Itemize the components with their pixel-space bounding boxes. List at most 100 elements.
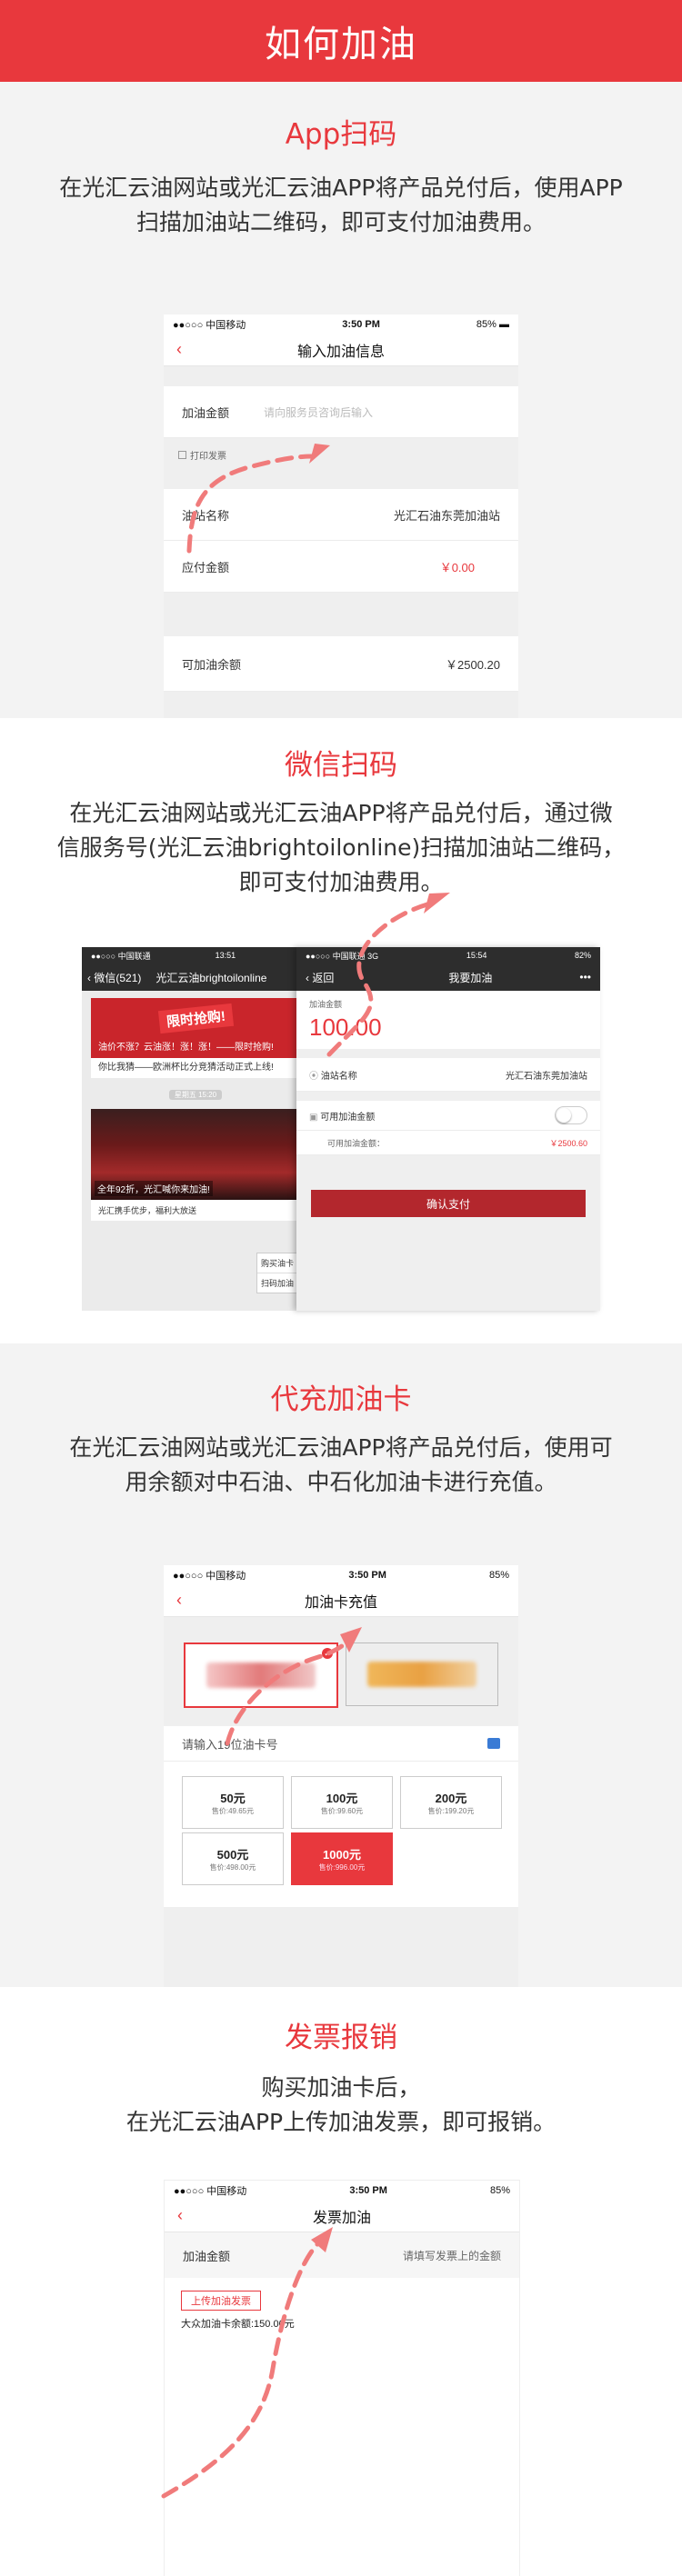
clock-text: 3:50 PM (342, 319, 380, 330)
promo-message: 你比我猜——欧洲杯比分竞猜活动正式上线! (98, 1063, 274, 1073)
desc-line: 在光汇云油网站或光汇云油APP将产品兑付后，使用可 (69, 1434, 613, 1461)
promo-card[interactable]: 限时抢购! 油价不涨？云油涨！涨！涨！——限时抢购! 你比我猜——欧洲杯比分竞猜… (91, 998, 300, 1078)
amount-label: 加油金额 (309, 1000, 343, 1009)
wechat-chat-screenshot: ●●○○○ 中国联通 13:51 ‹ 微信(521) 光汇云油brightoil… (82, 947, 309, 1311)
back-arrow-icon[interactable]: ‹ (176, 340, 182, 359)
amount-input[interactable]: 请向服务员咨询后输入 (264, 404, 500, 420)
status-bar: ●●○○○ 中国联通 3G 15:54 82% (296, 947, 600, 964)
balance-value: ￥2500.20 (446, 657, 500, 672)
section-desc: 在光汇云油网站或光汇云油APP将产品兑付后，通过微 信服务号(光汇云油brigh… (0, 796, 682, 900)
carrier-text: ●●○○○ 中国联通 (91, 951, 151, 961)
more-icon[interactable]: ••• (579, 971, 591, 983)
promo-banner: 限时抢购! (91, 998, 300, 1038)
station-row: 油站名称 光汇石油东莞加油站 (164, 489, 518, 541)
back-button[interactable]: ‹ 微信(521) (87, 970, 141, 985)
card-selector: ✓ (164, 1617, 518, 1726)
back-label: 返回 (312, 971, 335, 984)
amount-option-value: 1000元 (323, 1848, 361, 1862)
balance-toggle-label: ▣ 可用加油金额 (309, 1109, 375, 1123)
station-label: ⦿ 油站名称 (309, 1068, 357, 1082)
card-number-input[interactable]: 请输入19位油卡号 (182, 1735, 277, 1752)
chat-title: 光汇云油brightoilonline (155, 971, 267, 984)
recharge-phone-screenshot: ●●○○○ 中国移动 3:50 PM 85% ‹ 加油卡充值 ✓ 请输入19位油… (164, 1565, 518, 1987)
nav-title: 发票加油 (312, 2211, 371, 2226)
wallet-icon: ▣ (309, 1112, 318, 1123)
amount-option[interactable]: 1000元 售价:996.00元 (291, 1832, 393, 1885)
back-arrow-icon[interactable]: ‹ (177, 2206, 183, 2225)
battery-text: 85% (489, 2185, 510, 2196)
desc-line: 扫描加油站二维码，即可支付加油费用。 (135, 209, 546, 235)
traffic-photo: 全年92折，光汇喊你来加油! (91, 1109, 300, 1200)
balance-toggle-row: ▣ 可用加油金额 (296, 1101, 600, 1131)
print-invoice-label: 打印发票 (190, 451, 226, 462)
time-label: 星期五 15:20 (168, 1090, 223, 1100)
amount-option[interactable]: 200元 售价:199.20元 (400, 1776, 502, 1829)
confirm-pay-label: 确认支付 (426, 1197, 470, 1211)
promo-card[interactable]: 全年92折，光汇喊你来加油! 光汇携手优步，福利大放送 (91, 1109, 300, 1221)
wechat-pay-screenshot: ●●○○○ 中国联通 3G 15:54 82% ‹ 返回 我要加油 ••• 加油… (296, 947, 600, 1311)
contacts-icon[interactable] (487, 1738, 500, 1749)
clock-text: 13:51 (215, 951, 236, 960)
confirm-pay-button[interactable]: 确认支付 (311, 1190, 586, 1217)
desc-line: 在光汇云油APP上传加油发票，即可报销。 (125, 2109, 557, 2135)
amount-option-price: 售价:199.20元 (427, 1807, 475, 1815)
amount-option-value: 500元 (216, 1848, 249, 1862)
amount-option[interactable]: 50元 售价:49.65元 (182, 1776, 284, 1829)
photo-caption: 全年92折，光汇喊你来加油! (95, 1181, 213, 1196)
pay-nav-bar: ‹ 返回 我要加油 ••• (296, 964, 600, 991)
promo-banner-text: 限时抢购! (157, 1003, 234, 1033)
page-header: 如何加油 (0, 0, 682, 82)
balance-toggle-switch[interactable] (555, 1106, 587, 1124)
chat-nav-bar: ‹ 微信(521) 光汇云油brightoilonline (82, 964, 309, 991)
print-invoice-option[interactable]: 打印发票 (164, 438, 518, 471)
clock-text: 3:50 PM (349, 2185, 387, 2196)
promo-message: 光汇携手优步，福利大放送 (98, 1206, 197, 1215)
chat-time-label: 星期五 15:20 (82, 1085, 309, 1102)
status-bar: ●●○○○ 中国移动 3:50 PM 85% ▬ (164, 315, 518, 334)
payable-label: 应付金额 (182, 560, 230, 574)
card-option-cnpc[interactable]: ✓ (184, 1642, 338, 1708)
station-label-text: 油站名称 (320, 1071, 357, 1082)
checkbox-icon[interactable] (178, 450, 186, 459)
nav-bar: ‹ 发票加油 (165, 2201, 519, 2232)
desc-line: 用余额对中石油、中石化加油卡进行充值。 (125, 1469, 557, 1495)
amount-label: 加油金额 (182, 405, 230, 420)
section-invoice: 发票报销 购买加油卡后， 在光汇云油APP上传加油发票，即可报销。 ●●○○○ … (0, 1987, 682, 2576)
app-phone-screenshot: ●●○○○ 中国移动 3:50 PM 85% ▬ ‹ 输入加油信息 加油金额 请… (164, 315, 518, 718)
station-row: ⦿ 油站名称 光汇石油东莞加油站 (296, 1058, 600, 1092)
amount-input[interactable]: 请填写发票上的金额 (403, 2248, 501, 2263)
desc-line: 购买加油卡后， (261, 2074, 421, 2101)
carrier-text: ●●○○○ 中国移动 (173, 320, 246, 331)
battery-icon: ▬ (498, 319, 509, 330)
battery-text: 85% (488, 1570, 509, 1581)
promo-message: 油价不涨？云油涨！涨！涨！——限时抢购! (91, 1038, 300, 1058)
section-title: 代充加油卡 (270, 1383, 412, 1416)
carrier-text: ●●○○○ 中国联通 3G (306, 951, 379, 961)
station-value: 光汇石油东莞加油站 (393, 508, 500, 523)
upload-invoice-button[interactable]: 上传加油发票 (181, 2291, 261, 2311)
status-bar: ●●○○○ 中国移动 3:50 PM 85% (165, 2181, 519, 2201)
amount-option[interactable]: 500元 售价:498.00元 (182, 1832, 284, 1885)
cnpc-logo-icon (206, 1662, 316, 1688)
desc-line: 即可支付加油费用。 (238, 869, 444, 895)
card-option-sinopec[interactable] (346, 1642, 498, 1706)
payable-value: ￥0.00 (439, 560, 475, 574)
section-title: 发票报销 (285, 2022, 397, 2054)
payable-row: 应付金额 ￥0.00 (164, 541, 518, 593)
nav-bar: ‹ 输入加油信息 (164, 334, 518, 366)
back-arrow-icon[interactable]: ‹ (176, 1591, 182, 1610)
battery-text: 85% (476, 319, 496, 330)
amount-option-price: 售价:99.60元 (320, 1807, 364, 1815)
amount-option[interactable]: 100元售价:99.60元 (291, 1776, 393, 1829)
desc-line: 信服务号(光汇云油brightoilonline)扫描加油站二维码， (56, 834, 626, 861)
balance-label: 可用加油金额： (327, 1138, 386, 1148)
balance-row: 可用加油金额： ￥2500.60 (296, 1131, 600, 1155)
amount-option-value: 100元 (326, 1792, 358, 1805)
amount-value[interactable]: 100.00 (309, 1013, 587, 1042)
back-label: 微信(521) (94, 971, 142, 984)
battery-text: 82% (574, 951, 591, 960)
nav-title: 输入加油信息 (296, 344, 385, 360)
selected-check-icon: ✓ (322, 1648, 333, 1659)
back-button[interactable]: ‹ 返回 (306, 970, 334, 985)
section-desc: 购买加油卡后， 在光汇云油APP上传加油发票，即可报销。 (0, 2071, 682, 2140)
